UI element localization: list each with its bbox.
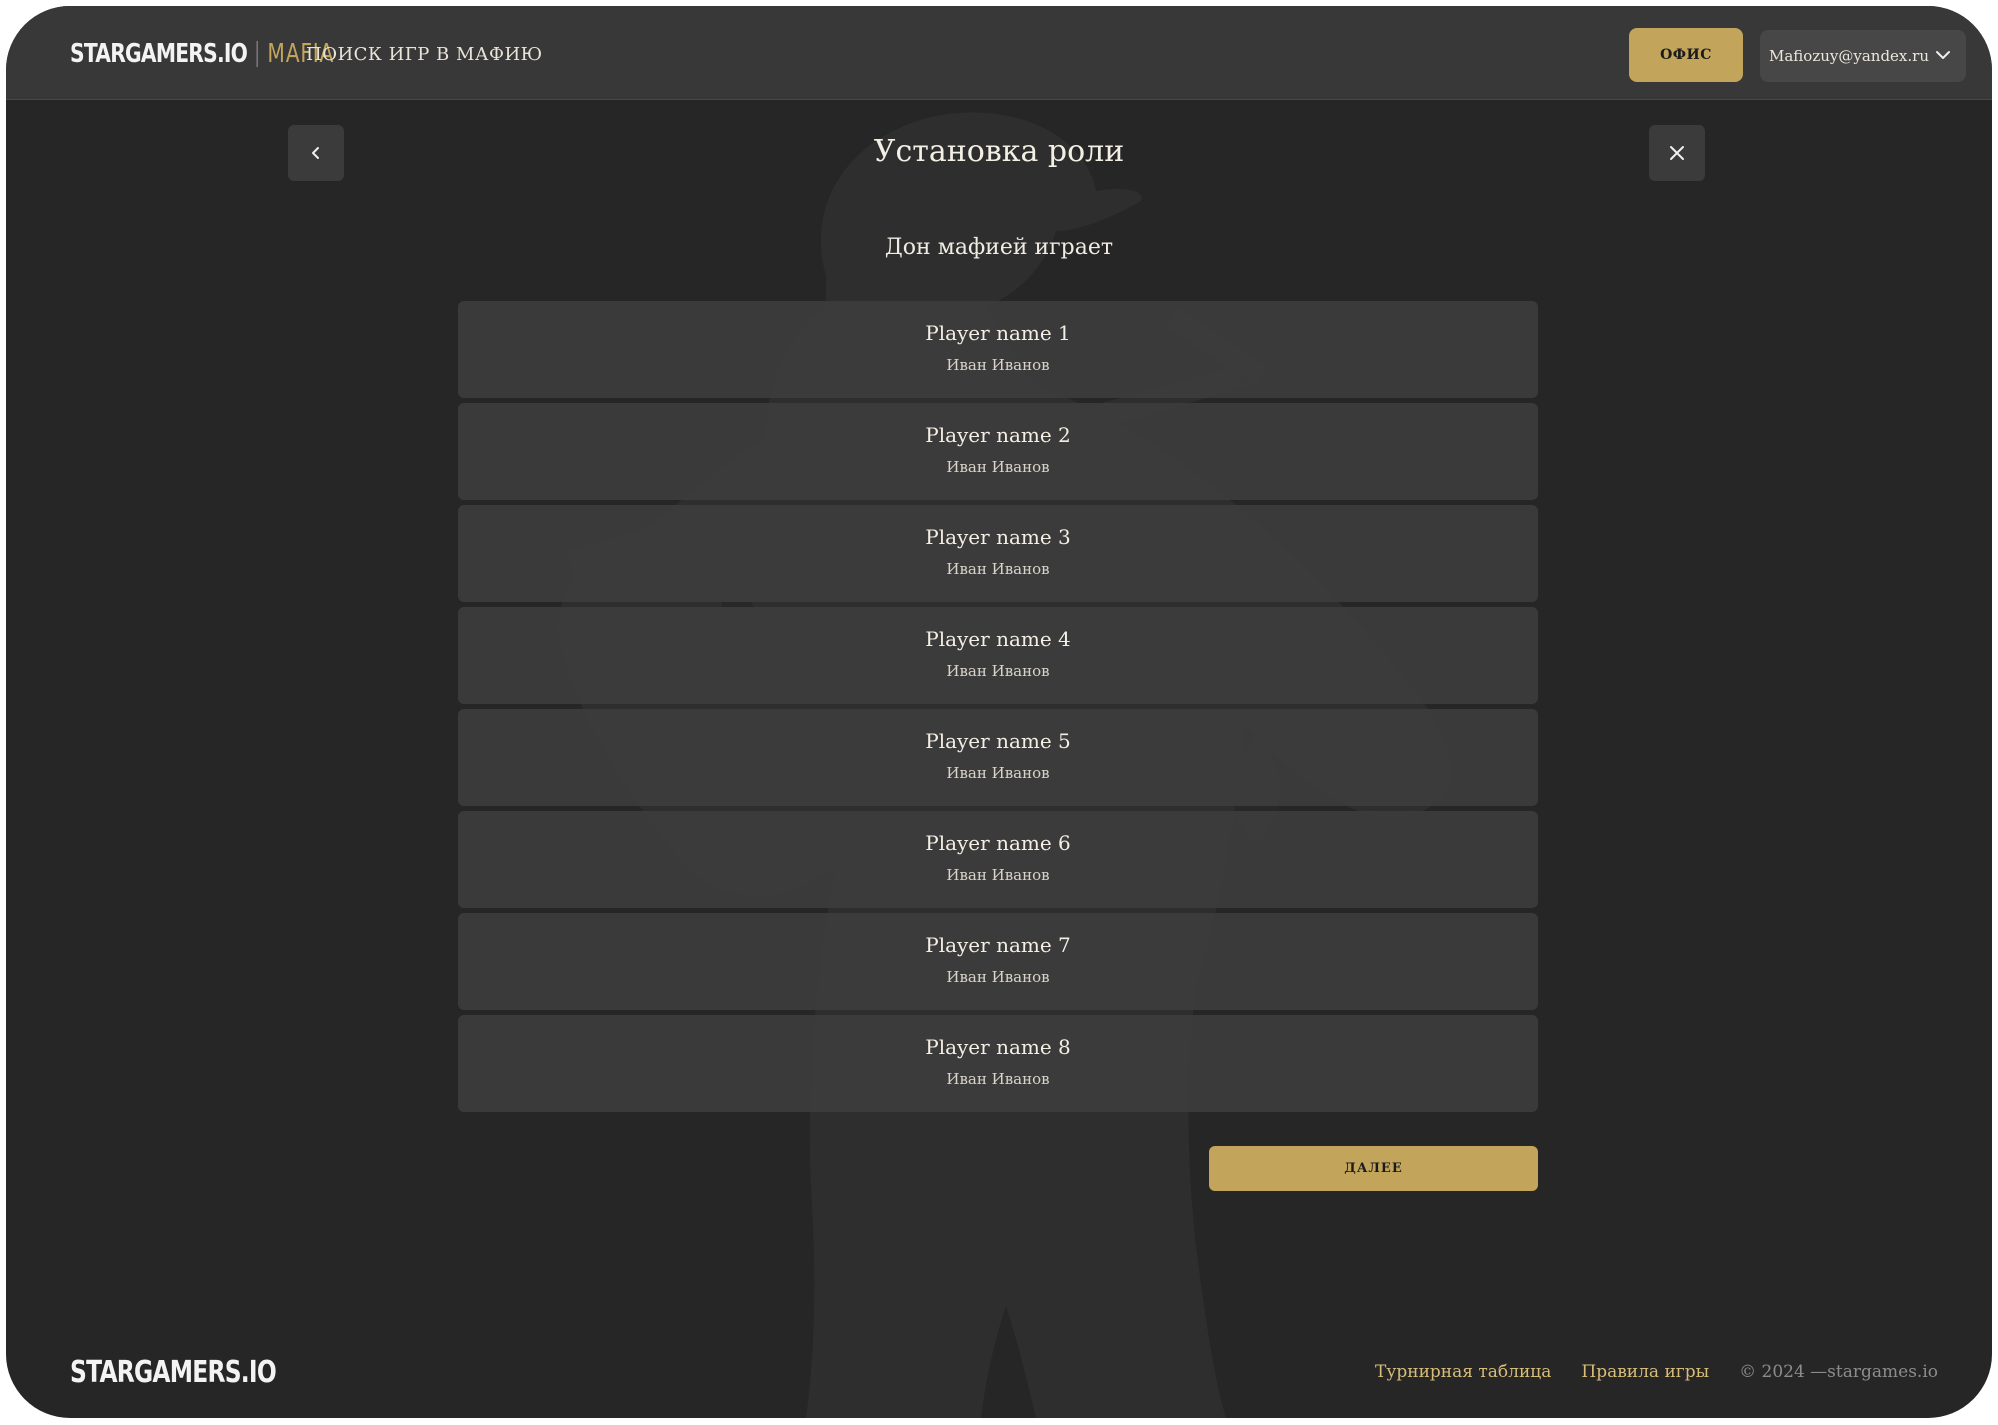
- close-icon: [1670, 146, 1684, 160]
- player-real-name: Иван Иванов: [946, 1070, 1050, 1088]
- player-real-name: Иван Иванов: [946, 968, 1050, 986]
- player-real-name: Иван Иванов: [946, 356, 1050, 374]
- footer-copyright: © 2024 —stargames.io: [1739, 1362, 1938, 1382]
- player-row[interactable]: Player name 4 Иван Иванов: [458, 607, 1538, 704]
- player-list: Player name 1 Иван Иванов Player name 2 …: [458, 301, 1538, 1117]
- player-real-name: Иван Иванов: [946, 764, 1050, 782]
- next-button[interactable]: ДАЛЕЕ: [1209, 1146, 1538, 1191]
- player-name: Player name 2: [925, 423, 1071, 447]
- player-real-name: Иван Иванов: [946, 662, 1050, 680]
- player-name: Player name 8: [925, 1035, 1071, 1059]
- footer-links: Турнирная таблица Правила игры © 2024 —s…: [1375, 1362, 1938, 1382]
- app-window: STARGAMERS.IO MAFIA ПОИСК ИГР В МАФИЮ ОФ…: [6, 6, 1992, 1418]
- player-row[interactable]: Player name 6 Иван Иванов: [458, 811, 1538, 908]
- logo-divider: [256, 41, 259, 67]
- player-row[interactable]: Player name 2 Иван Иванов: [458, 403, 1538, 500]
- brand-logo[interactable]: STARGAMERS.IO MAFIA: [70, 36, 334, 72]
- player-row[interactable]: Player name 1 Иван Иванов: [458, 301, 1538, 398]
- player-name: Player name 6: [925, 831, 1071, 855]
- player-name: Player name 4: [925, 627, 1071, 651]
- user-email: Mafiozuy@yandex.ru: [1769, 47, 1929, 65]
- player-row[interactable]: Player name 7 Иван Иванов: [458, 913, 1538, 1010]
- player-name: Player name 3: [925, 525, 1071, 549]
- player-name: Player name 5: [925, 729, 1071, 753]
- chevron-down-icon: [1936, 51, 1950, 59]
- footer-link-rules[interactable]: Правила игры: [1581, 1362, 1709, 1382]
- player-real-name: Иван Иванов: [946, 560, 1050, 578]
- player-name: Player name 1: [925, 321, 1071, 345]
- player-real-name: Иван Иванов: [946, 866, 1050, 884]
- player-row[interactable]: Player name 3 Иван Иванов: [458, 505, 1538, 602]
- close-button[interactable]: [1649, 125, 1705, 181]
- logo-main-text: STARGAMERS.IO: [70, 39, 248, 69]
- player-row[interactable]: Player name 8 Иван Иванов: [458, 1015, 1538, 1112]
- user-account-dropdown[interactable]: Mafiozuy@yandex.ru: [1760, 30, 1966, 82]
- player-row[interactable]: Player name 5 Иван Иванов: [458, 709, 1538, 806]
- office-button[interactable]: ОФИС: [1629, 28, 1743, 82]
- top-header: STARGAMERS.IO MAFIA ПОИСК ИГР В МАФИЮ ОФ…: [6, 6, 1992, 100]
- player-name: Player name 7: [925, 933, 1071, 957]
- player-real-name: Иван Иванов: [946, 458, 1050, 476]
- footer-link-leaderboard[interactable]: Турнирная таблица: [1375, 1362, 1551, 1382]
- footer-logo[interactable]: STARGAMERS.IO: [70, 1355, 277, 1390]
- nav-search-games-link[interactable]: ПОИСК ИГР В МАФИЮ: [306, 44, 543, 65]
- role-subtitle: Дон мафией играет: [884, 235, 1114, 260]
